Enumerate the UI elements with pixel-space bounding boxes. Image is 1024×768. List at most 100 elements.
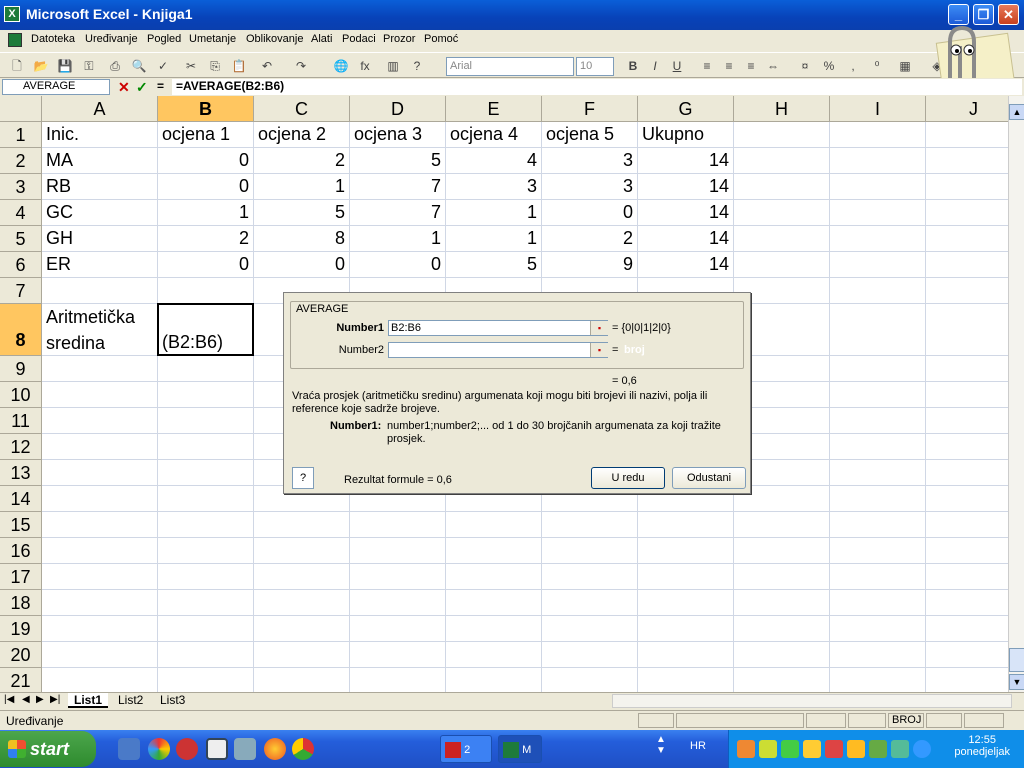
cell-b18[interactable]	[158, 590, 254, 616]
column-header-i[interactable]: I	[830, 96, 926, 122]
cell-a2[interactable]: MA	[42, 148, 158, 174]
start-button[interactable]: start	[0, 731, 96, 767]
cell-f3[interactable]: 3	[542, 174, 638, 200]
row-header-11[interactable]: 11	[0, 408, 42, 434]
column-header-d[interactable]: D	[350, 96, 446, 122]
cell-j2[interactable]	[926, 148, 1008, 174]
number1-input[interactable]: B2:B6	[388, 320, 608, 336]
cell-e2[interactable]: 4	[446, 148, 542, 174]
cell-h5[interactable]	[734, 226, 830, 252]
cell-h21[interactable]	[734, 668, 830, 692]
cell-j16[interactable]	[926, 538, 1008, 564]
opera-icon[interactable]	[176, 738, 198, 760]
cell-c15[interactable]	[254, 512, 350, 538]
cell-f6[interactable]: 9	[542, 252, 638, 278]
menu-prozor[interactable]: Prozor	[383, 33, 415, 45]
cell-b10[interactable]	[158, 382, 254, 408]
cell-e15[interactable]	[446, 512, 542, 538]
row-header-7[interactable]: 7	[0, 278, 42, 304]
vertical-scrollbar[interactable]: ▲ ▼	[1008, 96, 1024, 692]
hyperlink-icon[interactable]: 🌐	[332, 57, 350, 75]
cell-a10[interactable]	[42, 382, 158, 408]
cell-e17[interactable]	[446, 564, 542, 590]
cell-a5[interactable]: GH	[42, 226, 158, 252]
cell-e4[interactable]: 1	[446, 200, 542, 226]
cell-h19[interactable]	[734, 616, 830, 642]
cell-c3[interactable]: 1	[254, 174, 350, 200]
cell-a8[interactable]: Aritmetička sredina	[42, 304, 158, 356]
row-header-16[interactable]: 16	[0, 538, 42, 564]
cell-a18[interactable]	[42, 590, 158, 616]
bold-icon[interactable]: B	[624, 57, 642, 75]
cell-b11[interactable]	[158, 408, 254, 434]
cell-i20[interactable]	[830, 642, 926, 668]
column-header-e[interactable]: E	[446, 96, 542, 122]
borders-icon[interactable]: ▦	[896, 57, 914, 75]
cell-f5[interactable]: 2	[542, 226, 638, 252]
help-button[interactable]: ?	[292, 467, 314, 489]
tray-volume-icon[interactable]	[825, 740, 843, 758]
horizontal-scrollbar[interactable]	[612, 694, 1012, 708]
insert-function-icon[interactable]: =	[157, 79, 164, 93]
menu-datoteka[interactable]: Datoteka	[31, 33, 75, 45]
column-header-h[interactable]: H	[734, 96, 830, 122]
cell-i4[interactable]	[830, 200, 926, 226]
cell-i11[interactable]	[830, 408, 926, 434]
cell-e5[interactable]: 1	[446, 226, 542, 252]
cell-g2[interactable]: 14	[638, 148, 734, 174]
cell-f16[interactable]	[542, 538, 638, 564]
cell-j10[interactable]	[926, 382, 1008, 408]
cell-c19[interactable]	[254, 616, 350, 642]
cell-a20[interactable]	[42, 642, 158, 668]
tray-java-icon[interactable]	[737, 740, 755, 758]
cell-j11[interactable]	[926, 408, 1008, 434]
new-icon[interactable]: 🗋	[8, 57, 26, 75]
column-header-b[interactable]: B	[158, 96, 254, 122]
cell-j12[interactable]	[926, 434, 1008, 460]
cell-h3[interactable]	[734, 174, 830, 200]
cell-d17[interactable]	[350, 564, 446, 590]
cell-f17[interactable]	[542, 564, 638, 590]
cell-i12[interactable]	[830, 434, 926, 460]
align-right-icon[interactable]: ≡	[742, 57, 760, 75]
cell-j4[interactable]	[926, 200, 1008, 226]
row-header-14[interactable]: 14	[0, 486, 42, 512]
cell-j3[interactable]	[926, 174, 1008, 200]
next-sheet-icon[interactable]: ▶	[36, 694, 44, 705]
cell-e3[interactable]: 3	[446, 174, 542, 200]
cell-a7[interactable]	[42, 278, 158, 304]
cell-a15[interactable]	[42, 512, 158, 538]
underline-icon[interactable]: U	[668, 57, 686, 75]
cancel-button[interactable]: Odustani	[672, 467, 746, 489]
cell-a6[interactable]: ER	[42, 252, 158, 278]
cell-h17[interactable]	[734, 564, 830, 590]
cell-j14[interactable]	[926, 486, 1008, 512]
cell-d1[interactable]: ocjena 3	[350, 122, 446, 148]
cell-c18[interactable]	[254, 590, 350, 616]
cell-e1[interactable]: ocjena 4	[446, 122, 542, 148]
cell-i5[interactable]	[830, 226, 926, 252]
cell-g20[interactable]	[638, 642, 734, 668]
align-left-icon[interactable]: ≡	[698, 57, 716, 75]
save-icon[interactable]: 💾	[56, 57, 74, 75]
menu-alati[interactable]: Alati	[311, 33, 332, 45]
cell-g1[interactable]: Ukupno	[638, 122, 734, 148]
cell-i10[interactable]	[830, 382, 926, 408]
document-icon[interactable]	[8, 33, 22, 47]
cell-d4[interactable]: 7	[350, 200, 446, 226]
permission-icon[interactable]: ⚿	[80, 57, 98, 75]
cell-i9[interactable]	[830, 356, 926, 382]
function-icon[interactable]: fx	[356, 57, 374, 75]
spelling-icon[interactable]: ✓	[154, 57, 172, 75]
merge-center-icon[interactable]: ⇔	[764, 57, 782, 75]
cell-c1[interactable]: ocjena 2	[254, 122, 350, 148]
cell-d19[interactable]	[350, 616, 446, 642]
column-header-j[interactable]: J	[926, 96, 1008, 122]
cell-b19[interactable]	[158, 616, 254, 642]
cell-a3[interactable]: RB	[42, 174, 158, 200]
copy-icon[interactable]: ⎘	[206, 57, 224, 75]
media-player-icon[interactable]	[148, 738, 170, 760]
first-sheet-icon[interactable]: |◀	[4, 694, 14, 705]
cell-a19[interactable]	[42, 616, 158, 642]
cell-j5[interactable]	[926, 226, 1008, 252]
